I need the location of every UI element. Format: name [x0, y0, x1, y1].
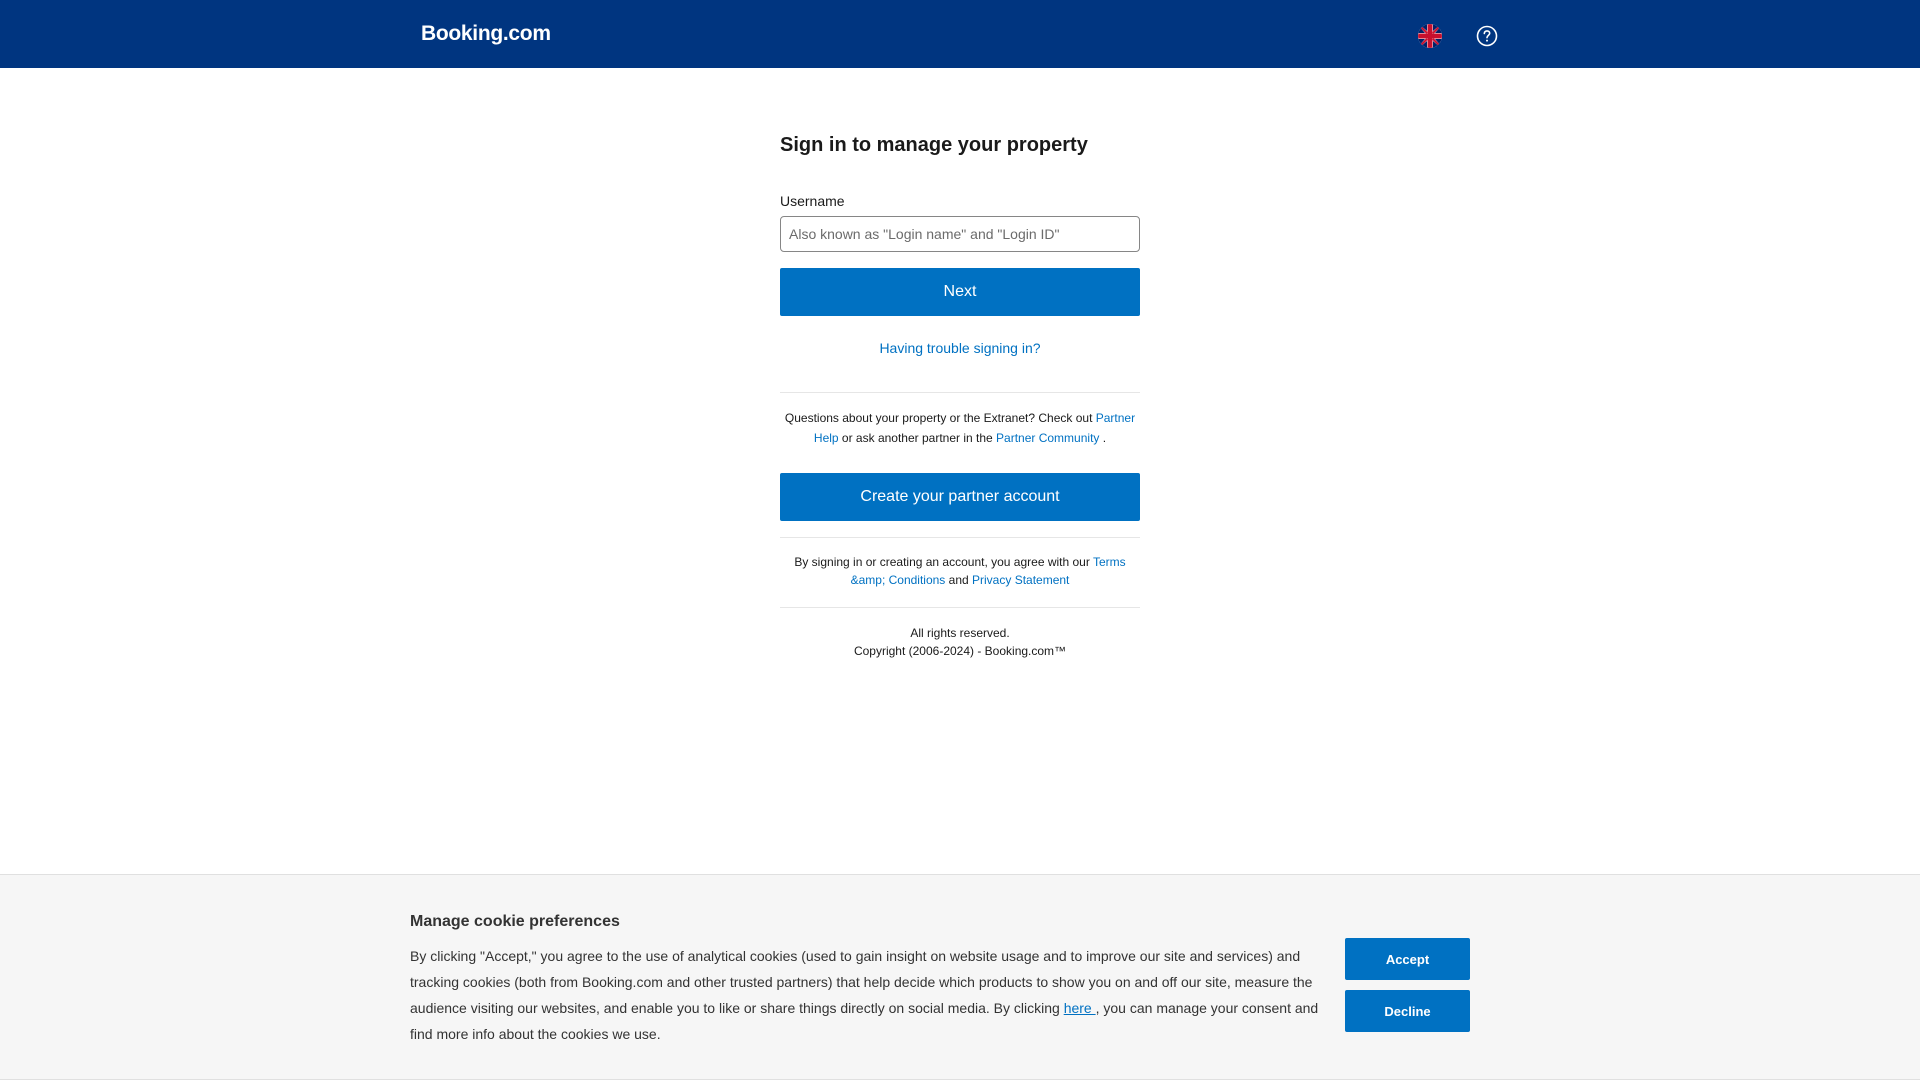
divider — [780, 607, 1140, 608]
cookie-title: Manage cookie preferences — [410, 913, 620, 930]
questions-text-3: . — [1099, 431, 1107, 445]
decline-cookies-button[interactable]: Decline — [1345, 990, 1470, 1032]
cookie-here-link[interactable]: here — [1064, 1000, 1096, 1016]
questions-text-2: or ask another partner in the — [838, 431, 997, 445]
privacy-statement-link[interactable]: Privacy Statement — [972, 573, 1069, 587]
cookie-banner: Manage cookie preferences By clicking "A… — [0, 874, 1920, 1080]
cookie-text: By clicking "Accept," you agree to the u… — [410, 943, 1320, 1047]
copyright-text: Copyright (2006-2024) - Booking.com™ — [853, 644, 1067, 658]
username-input[interactable] — [780, 216, 1140, 252]
terms-text-1: By signing in or creating an account, yo… — [794, 555, 1093, 569]
terms-text-2: and — [945, 573, 973, 587]
create-partner-account-button[interactable]: Create your partner account — [780, 473, 1140, 521]
questions-text-1: Questions about your property or the Ext… — [784, 411, 1096, 425]
partner-help-text: Questions about your property or the Ext… — [780, 408, 1140, 448]
trouble-signing-in-link[interactable]: Having trouble signing in? — [780, 340, 1140, 356]
terms-text: By signing in or creating an account, yo… — [780, 553, 1140, 589]
next-button[interactable]: Next — [780, 268, 1140, 316]
copyright-block: All rights reserved. Copyright (2006-202… — [780, 624, 1140, 660]
accept-cookies-button[interactable]: Accept — [1345, 938, 1470, 980]
username-label: Username — [780, 193, 845, 209]
uk-flag-icon[interactable] — [1418, 24, 1442, 48]
partner-community-link[interactable]: Partner Community — [996, 431, 1099, 445]
top-header: Booking.com — [0, 0, 1920, 68]
rights-text: All rights reserved. — [910, 626, 1010, 640]
booking-logo[interactable]: Booking.com — [421, 22, 551, 46]
page-title: Sign in to manage your property — [780, 134, 1088, 156]
divider — [780, 537, 1140, 538]
divider — [780, 392, 1140, 393]
help-icon[interactable] — [1475, 24, 1499, 48]
